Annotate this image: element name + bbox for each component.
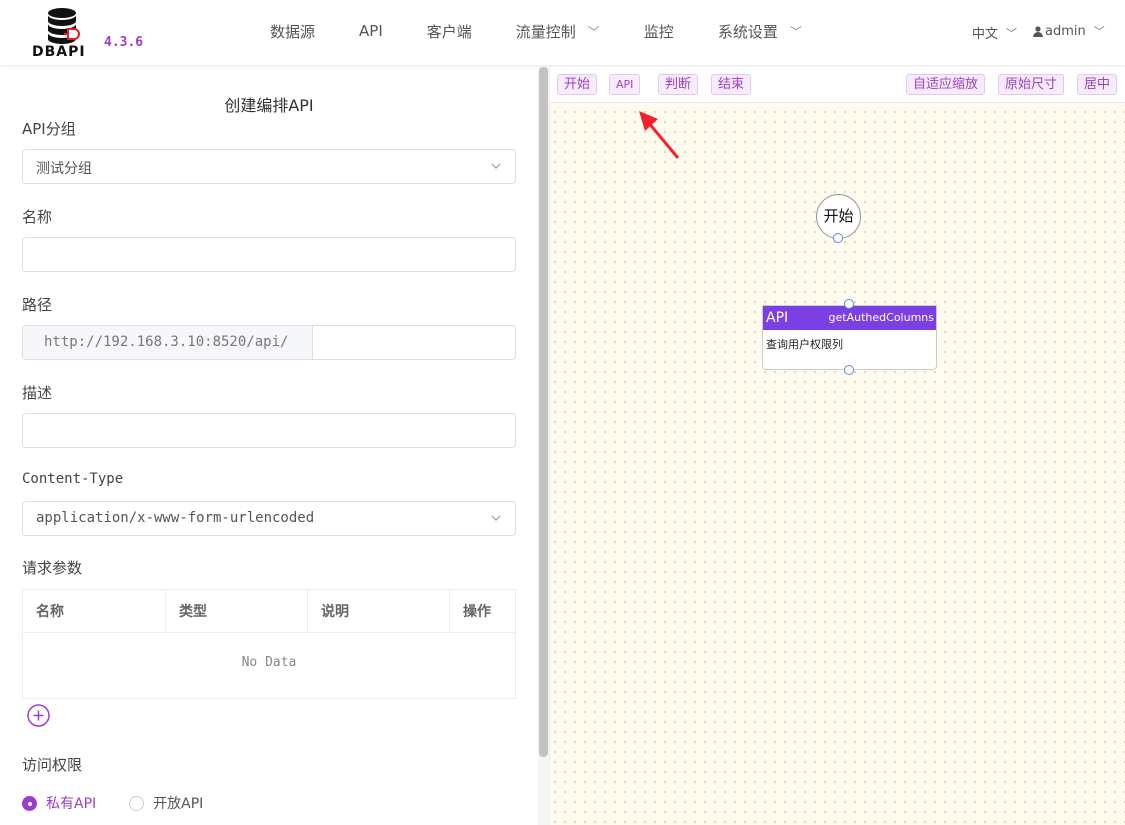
add-condition-node-button[interactable]: 判断: [658, 74, 699, 95]
user-menu[interactable]: admin ﹀: [1033, 23, 1105, 39]
description-input[interactable]: [22, 413, 516, 448]
chevron-down-icon: [491, 515, 501, 521]
path-input[interactable]: [314, 326, 514, 359]
radio-public-api[interactable]: 开放API: [129, 793, 203, 813]
path-label: 路径: [22, 296, 53, 314]
chevron-down-icon: ﹀: [587, 24, 600, 39]
user-icon: [1033, 25, 1043, 37]
params-table: 名称 类型 说明 操作 No Data: [22, 589, 516, 699]
chevron-down-icon: [491, 163, 501, 169]
original-size-button[interactable]: 原始尺寸: [998, 74, 1065, 95]
column-header-name: 名称: [23, 590, 166, 632]
annotation-arrow-icon: [639, 111, 680, 159]
fit-zoom-button[interactable]: 自适应缩放: [906, 74, 986, 95]
add-api-node-button[interactable]: API: [609, 74, 641, 95]
column-header-type: 类型: [166, 590, 308, 632]
api-node-type: API: [766, 310, 789, 326]
nav-item-datasource[interactable]: 数据源: [270, 20, 315, 42]
api-node-name: getAuthedColumns: [828, 311, 934, 324]
canvas-toolbar: 开始 API 判断 结束 自适应缩放 原始尺寸 居中: [550, 67, 1125, 103]
top-header: DBAPI 4.3.6 数据源 API 客户端 流量控制 ﹀ 监控 系统设置 ﹀ 中…: [0, 0, 1125, 66]
scrollbar-thumb[interactable]: [539, 67, 548, 757]
main-nav: 数据源 API 客户端 流量控制 ﹀ 监控 系统设置 ﹀: [270, 20, 846, 42]
version-label: 4.3.6: [104, 35, 144, 50]
access-label: 访问权限: [22, 756, 83, 774]
group-label: API分组: [22, 120, 76, 138]
start-node-output-port[interactable]: [833, 233, 843, 243]
chevron-down-icon: ﹀: [1006, 26, 1018, 40]
chevron-down-icon: ﹀: [1093, 25, 1105, 38]
params-label: 请求参数: [22, 559, 83, 577]
nav-item-monitor[interactable]: 监控: [644, 20, 674, 42]
username-label: admin: [1045, 23, 1086, 39]
radio-private-api[interactable]: 私有API: [22, 793, 96, 813]
path-prefix: http://192.168.3.10:8520/api/: [23, 326, 313, 359]
language-label: 中文: [972, 27, 999, 42]
radio-checked-icon: [22, 795, 37, 811]
nav-item-traffic-control[interactable]: 流量控制 ﹀: [516, 20, 600, 42]
api-form-panel: 创建编排API API分组 测试分组 名称 路径 http://192.168.…: [0, 67, 538, 825]
params-table-header: 名称 类型 说明 操作: [23, 590, 515, 633]
content-type-label: Content-Type: [22, 471, 124, 487]
add-param-button[interactable]: [27, 704, 50, 727]
api-node-output-port[interactable]: [844, 365, 854, 375]
empty-table-text: No Data: [241, 655, 297, 670]
api-node-header: API getAuthedColumns: [763, 306, 936, 330]
nav-item-client[interactable]: 客户端: [427, 20, 472, 42]
logo-text: DBAPI: [32, 44, 86, 60]
chevron-down-icon: ﹀: [789, 24, 802, 39]
api-node-description: 查询用户权限列: [766, 338, 843, 351]
column-header-description: 说明: [308, 590, 450, 632]
group-select-value: 测试分组: [36, 161, 92, 177]
group-select[interactable]: 测试分组: [22, 149, 516, 184]
description-label: 描述: [22, 384, 53, 402]
api-node-input-port[interactable]: [844, 299, 854, 309]
api-node[interactable]: API getAuthedColumns 查询用户权限列: [762, 305, 937, 370]
name-label: 名称: [22, 208, 53, 226]
page-title: 创建编排API: [224, 96, 314, 115]
content-type-value: application/x-www-form-urlencoded: [36, 510, 315, 526]
path-field: http://192.168.3.10:8520/api/: [22, 325, 516, 360]
column-header-action: 操作: [463, 604, 491, 620]
content-type-select[interactable]: application/x-www-form-urlencoded: [22, 501, 516, 536]
access-radio-group: 私有API 开放API: [22, 793, 203, 813]
nav-item-api[interactable]: API: [359, 20, 383, 42]
radio-unchecked-icon: [129, 795, 145, 811]
nav-item-settings[interactable]: 系统设置 ﹀: [718, 20, 802, 42]
name-input[interactable]: [22, 237, 516, 272]
language-switcher[interactable]: 中文 ﹀: [972, 23, 1018, 43]
add-end-node-button[interactable]: 结束: [711, 74, 752, 95]
flow-canvas[interactable]: 开始 API 判断 结束 自适应缩放 原始尺寸 居中 开始 API getAut…: [549, 67, 1125, 825]
add-start-node-button[interactable]: 开始: [557, 74, 598, 95]
center-button[interactable]: 居中: [1077, 74, 1118, 95]
